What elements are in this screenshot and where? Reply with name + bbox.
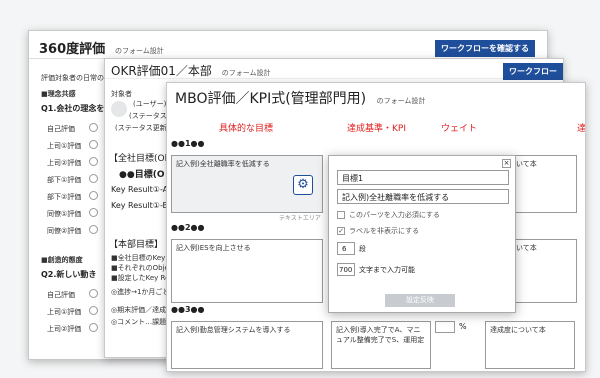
window-subtitle: のフォーム設計 — [114, 47, 164, 55]
titlebar: OKR評価01／本部 のフォーム設計 — [105, 59, 563, 79]
section-label: ●●1●● — [171, 139, 205, 148]
section-title: ■創造的態度 — [41, 256, 83, 264]
gear-icon[interactable]: ⚙ — [293, 175, 313, 195]
rating-radio[interactable] — [89, 306, 98, 315]
column-header-weight: ウェイト — [441, 124, 478, 134]
user-name: (ユーザー) — [133, 100, 167, 108]
window-title: 360度評価 — [39, 42, 106, 57]
workflow-button[interactable]: ワークフロー — [503, 63, 563, 80]
window-subtitle: のフォーム設計 — [221, 69, 271, 77]
label-input[interactable]: 目標1 — [337, 170, 509, 185]
rating-radio[interactable] — [89, 123, 98, 132]
goal-textarea[interactable]: 記入例)勤怠管理システムを導入する — [171, 321, 323, 369]
status-updated: (ステータス更新日 — [115, 124, 174, 132]
rating-row-label: 上司①評価 — [47, 308, 82, 316]
column-header-standard: 達成基準・KPI — [347, 124, 406, 134]
rating-row-label: 同僚②評価 — [47, 227, 82, 235]
key-result: Key Result①-B — [111, 201, 169, 210]
apply-settings-button[interactable]: 設定反映 — [385, 294, 455, 307]
note: ■全社目標のKey — [111, 254, 166, 262]
goal-line: ●●目標(O — [119, 170, 165, 180]
rating-row-label: 自己評価 — [47, 291, 75, 299]
note: ◎コメント…課題お — [111, 318, 174, 326]
rating-radio[interactable] — [89, 289, 98, 298]
status: (ステータス) — [129, 112, 170, 120]
rating-row-label: 部下②評価 — [47, 193, 82, 201]
rating-radio[interactable] — [89, 208, 98, 217]
close-icon[interactable]: × — [502, 159, 511, 168]
option-label: このパーツを入力必須にする — [349, 211, 440, 219]
textarea-type-label: テキストエリア — [279, 215, 321, 222]
rating-radio[interactable] — [89, 140, 98, 149]
chars-unit: 文字まで入力可能 — [359, 266, 415, 274]
rating-row-label: 上司②評価 — [47, 325, 82, 333]
window-title: OKR評価01／本部 — [111, 64, 212, 78]
achievement-box[interactable]: 達成度について本 — [485, 321, 575, 369]
question-title: Q2.新しい動き — [41, 270, 97, 279]
rating-radio[interactable] — [89, 157, 98, 166]
option-label: ラベルを非表示にする — [349, 227, 420, 235]
section-label: ●●2●● — [171, 223, 205, 232]
rating-radio[interactable] — [89, 225, 98, 234]
rating-radio[interactable] — [89, 323, 98, 332]
question-title: Q1.会社の理念を — [41, 104, 105, 113]
rating-row-label: 上司①評価 — [47, 142, 82, 150]
section-label: ●●3●● — [171, 305, 205, 314]
hide-label-option[interactable]: ✓ ラベルを非表示にする — [337, 226, 419, 236]
window-title: MBO評価／KPI式(管理部門用) — [175, 91, 367, 107]
column-header-goal: 具体的な目標 — [219, 124, 274, 134]
dept-goal-heading: 【本部目標】 — [109, 240, 164, 250]
parts-settings-popup: × 目標1 記入例)全社離職率を低減する このパーツを入力必須にする ✓ ラベルを… — [328, 155, 516, 313]
percent-unit: % — [459, 322, 467, 331]
rating-row-label: 上司②評価 — [47, 159, 82, 167]
window-subtitle: のフォーム設計 — [376, 97, 426, 105]
rating-radio[interactable] — [89, 174, 98, 183]
checkbox[interactable] — [337, 211, 345, 219]
chars-input[interactable]: 700 — [337, 263, 355, 276]
checkbox[interactable]: ✓ — [337, 227, 345, 235]
required-option[interactable]: このパーツを入力必須にする — [337, 210, 440, 220]
rating-row-label: 自己評価 — [47, 125, 75, 133]
weight-input[interactable] — [435, 321, 455, 333]
titlebar: MBO評価／KPI式(管理部門用) のフォーム設計 — [167, 83, 585, 109]
rows-input[interactable]: 6 — [337, 242, 355, 255]
standard-textarea[interactable]: 記入例)導入完了でA、マニュアル整備完了でS、運用定 — [331, 321, 431, 369]
target-label: 対象者 — [111, 90, 132, 98]
workflow-button[interactable]: ワークフローを確認する — [435, 40, 535, 57]
rating-row-label: 部下①評価 — [47, 176, 82, 184]
key-result: Key Result①-A — [111, 185, 169, 194]
placeholder-input[interactable]: 記入例)全社離職率を低減する — [337, 189, 509, 204]
rating-radio[interactable] — [89, 191, 98, 200]
column-header-extra: 達 — [577, 124, 586, 134]
avatar — [111, 101, 127, 117]
rating-row-label: 同僚①評価 — [47, 210, 82, 218]
description: 評価対象者の日常の — [41, 74, 104, 82]
section-title: ■理念共感 — [41, 90, 76, 98]
company-goal-heading: 【全社目標(Ob — [109, 154, 171, 164]
rows-unit: 段 — [359, 245, 366, 253]
goal-textarea[interactable]: 記入例)ESを向上させる — [171, 239, 323, 303]
